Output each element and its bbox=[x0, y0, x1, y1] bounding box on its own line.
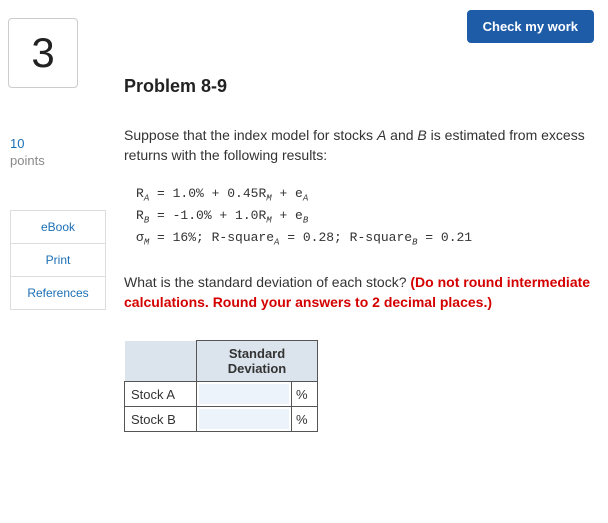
intro-text: Suppose that the index model for stocks … bbox=[124, 125, 600, 166]
points-label: points bbox=[10, 153, 114, 170]
eq-sigma-val: = 16%; R-square bbox=[149, 230, 274, 245]
eq-ra-r: R bbox=[136, 186, 144, 201]
intro-mid: and bbox=[386, 127, 417, 143]
check-my-work-button[interactable]: Check my work bbox=[467, 10, 594, 43]
stock-b-input[interactable] bbox=[199, 409, 289, 429]
question-number-box: 3 bbox=[8, 18, 78, 88]
table-corner bbox=[125, 341, 197, 382]
intro-stock-b: B bbox=[417, 127, 426, 143]
sidebar: 3 10 points eBook Print References bbox=[0, 0, 114, 310]
equations-block: RA = 1.0% + 0.45RM + eA RB = -1.0% + 1.0… bbox=[136, 184, 600, 250]
stock-a-input[interactable] bbox=[199, 384, 289, 404]
row-label-a: Stock A bbox=[125, 382, 197, 407]
eq-sigma: σ bbox=[136, 230, 144, 245]
table-row: Stock A % bbox=[125, 382, 318, 407]
eq-ra-eq: = 1.0% + 0.45 bbox=[149, 186, 258, 201]
problem-title: Problem 8-9 bbox=[124, 76, 600, 97]
eq-rsq-a-val: = 0.28; R-square bbox=[279, 230, 412, 245]
ebook-link[interactable]: eBook bbox=[10, 210, 106, 243]
table-row: Stock B % bbox=[125, 407, 318, 432]
question-number: 3 bbox=[31, 29, 54, 77]
print-link[interactable]: Print bbox=[10, 243, 106, 276]
row-label-b: Stock B bbox=[125, 407, 197, 432]
question-text: What is the standard deviation of each s… bbox=[124, 272, 600, 313]
points-block: 10 points bbox=[10, 136, 114, 170]
table-header-stddev: Standard Deviation bbox=[197, 341, 318, 382]
question-main: What is the standard deviation of each s… bbox=[124, 274, 410, 290]
unit-b: % bbox=[292, 407, 318, 432]
intro-pre: Suppose that the index model for stocks bbox=[124, 127, 377, 143]
eq-rb-plus: + e bbox=[272, 208, 303, 223]
intro-stock-a: A bbox=[377, 127, 386, 143]
eq-rb-eq: = -1.0% + 1.0 bbox=[149, 208, 258, 223]
main-content: Check my work Problem 8-9 Suppose that t… bbox=[124, 0, 600, 432]
eq-rsq-b-val: = 0.21 bbox=[417, 230, 472, 245]
eq-rb-esub: B bbox=[303, 215, 308, 225]
unit-a: % bbox=[292, 382, 318, 407]
eq-ra-esub: A bbox=[303, 193, 308, 203]
eq-ra-plus: + e bbox=[272, 186, 303, 201]
points-value: 10 bbox=[10, 136, 114, 153]
side-links: eBook Print References bbox=[10, 210, 106, 310]
references-link[interactable]: References bbox=[10, 276, 106, 310]
eq-rb-r: R bbox=[136, 208, 144, 223]
answer-table: Standard Deviation Stock A % Stock B % bbox=[124, 340, 318, 432]
